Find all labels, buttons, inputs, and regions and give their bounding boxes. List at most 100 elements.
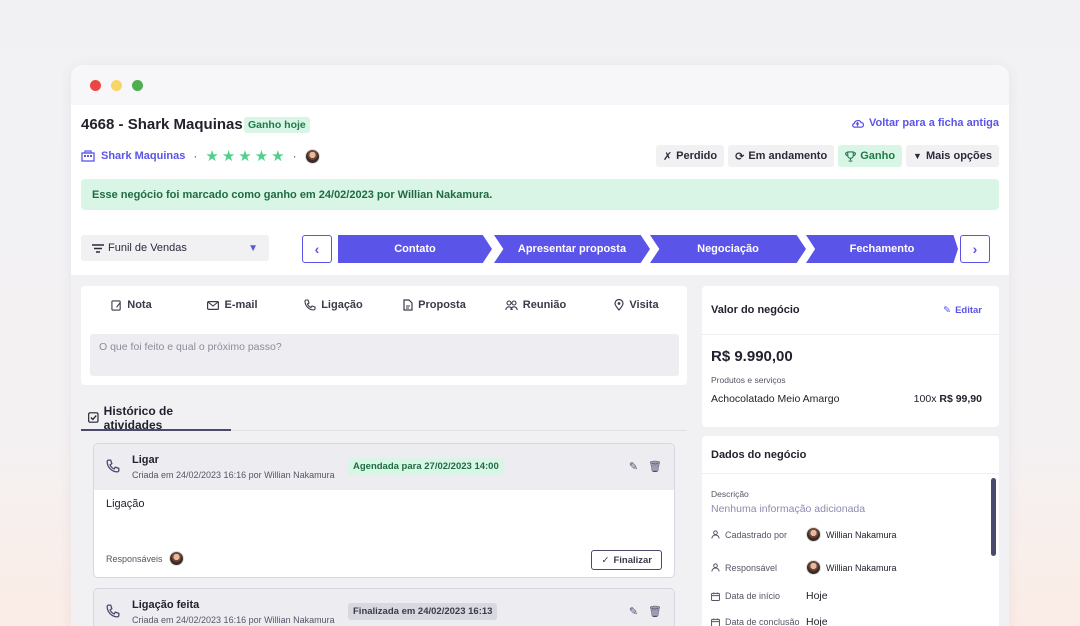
edit-icon[interactable]: ✎ bbox=[629, 605, 638, 618]
status-badge: Ganho hoje bbox=[244, 117, 310, 133]
product-quantity: 100x R$ 99,90 bbox=[914, 393, 982, 405]
mark-in-progress-button[interactable]: ⟳ Em andamento bbox=[728, 145, 835, 167]
in-progress-label: Em andamento bbox=[748, 150, 828, 162]
edit-value-button[interactable]: ✎ Editar bbox=[943, 305, 982, 316]
phone-icon bbox=[304, 299, 316, 311]
map-pin-icon bbox=[614, 299, 625, 311]
stage-apresentar-proposta[interactable]: Apresentar proposta bbox=[494, 235, 650, 263]
avatar[interactable] bbox=[168, 551, 184, 566]
back-to-old-view-link[interactable]: Voltar para a ficha antiga bbox=[851, 117, 999, 129]
tab-proposta[interactable]: Proposta bbox=[384, 299, 485, 311]
trash-icon[interactable]: 🗑 bbox=[648, 605, 662, 618]
tab-ligacao[interactable]: Ligação bbox=[283, 299, 384, 311]
star-icon[interactable]: ★ bbox=[205, 149, 218, 164]
separator-dot: · bbox=[193, 149, 198, 163]
tab-reuniao[interactable]: Reunião bbox=[485, 299, 586, 311]
tab-visita[interactable]: Visita bbox=[586, 299, 687, 311]
tab-label: Nota bbox=[127, 299, 152, 311]
products-label: Produtos e serviços bbox=[711, 375, 786, 385]
user-icon bbox=[711, 530, 720, 539]
finished-badge: Finalizada em 24/02/2023 16:13 bbox=[348, 603, 498, 620]
chevron-down-icon: ▼ bbox=[913, 151, 922, 161]
pipeline-next-button[interactable]: › bbox=[960, 235, 990, 263]
chevron-left-icon: ‹ bbox=[314, 241, 320, 257]
activity-title: Ligação feita bbox=[132, 599, 200, 611]
activity-subtitle: Criada em 24/02/2023 16:16 por Willian N… bbox=[132, 470, 335, 480]
running-person-icon: ✗ bbox=[662, 150, 673, 163]
activity-card: Ligação feita Criada em 24/02/2023 16:16… bbox=[93, 588, 675, 626]
stage-label: Apresentar proposta bbox=[517, 243, 627, 255]
end-date-label-wrap: Data de conclusão bbox=[711, 617, 806, 626]
maximize-window-button[interactable] bbox=[132, 80, 143, 91]
deal-title: 4668 - Shark Maquinas bbox=[81, 116, 243, 133]
stage-negociacao[interactable]: Negociação bbox=[650, 235, 806, 263]
end-date-value[interactable]: Hoje bbox=[806, 616, 828, 626]
scrollbar[interactable] bbox=[991, 478, 996, 556]
deal-amount: R$ 9.990,00 bbox=[711, 348, 793, 365]
trophy-icon bbox=[845, 150, 857, 162]
funnel-select[interactable]: Funil de Vendas ▼ bbox=[81, 235, 269, 261]
edit-icon[interactable]: ✎ bbox=[629, 460, 638, 473]
chevron-down-icon: ▼ bbox=[248, 242, 258, 254]
tab-label: Proposta bbox=[418, 299, 466, 311]
edit-label: Editar bbox=[955, 304, 982, 316]
check-square-icon bbox=[88, 412, 99, 423]
description-value[interactable]: Nenhuma informação adicionada bbox=[711, 503, 865, 515]
activity-tools: ✎ 🗑 bbox=[629, 605, 662, 618]
minimize-window-button[interactable] bbox=[111, 80, 122, 91]
registered-by-row: Cadastrado por Willian Nakamura bbox=[711, 527, 897, 542]
product-row: Achocolatado Meio Amargo 100x R$ 99,90 bbox=[702, 385, 999, 405]
close-window-button[interactable] bbox=[90, 80, 101, 91]
phone-icon bbox=[106, 604, 120, 618]
star-icon[interactable]: ★ bbox=[271, 149, 284, 164]
pipeline-prev-button[interactable]: ‹ bbox=[302, 235, 332, 263]
mark-won-button[interactable]: Ganho bbox=[838, 145, 903, 167]
note-type-tabs: Nota E-mail Ligação Proposta Reunião Vis… bbox=[81, 286, 687, 324]
deal-header: 4668 - Shark Maquinas Ganho hoje Voltar … bbox=[71, 105, 1009, 275]
user-icon bbox=[711, 563, 720, 572]
company-link[interactable]: Shark Maquinas bbox=[101, 150, 185, 162]
product-price: R$ 99,90 bbox=[939, 393, 982, 405]
activity-card: Ligar Criada em 24/02/2023 16:16 por Wil… bbox=[93, 443, 675, 578]
stage-contato[interactable]: Contato bbox=[338, 235, 492, 263]
pencil-icon: ✎ bbox=[943, 304, 952, 316]
start-date-label: Data de início bbox=[725, 591, 781, 601]
responsible-label: Responsável bbox=[725, 562, 778, 573]
phone-icon bbox=[106, 459, 120, 473]
avatar bbox=[806, 527, 821, 542]
start-date-value[interactable]: Hoje bbox=[806, 590, 828, 602]
rating-stars[interactable]: ★ ★ ★ ★ ★ bbox=[205, 149, 284, 164]
star-icon[interactable]: ★ bbox=[238, 149, 251, 164]
divider bbox=[231, 430, 687, 431]
users-icon bbox=[505, 299, 518, 310]
activity-description: Ligação bbox=[106, 498, 145, 510]
end-date-row: Data de conclusão Hoje bbox=[711, 616, 828, 626]
star-icon[interactable]: ★ bbox=[222, 149, 235, 164]
stage-fechamento[interactable]: Fechamento bbox=[806, 235, 958, 263]
tab-label: Reunião bbox=[522, 299, 567, 311]
deal-data-header: Dados do negócio bbox=[702, 436, 999, 474]
status-buttons: ✗ Perdido ⟳ Em andamento Ganho ▼ Mais op… bbox=[655, 145, 999, 167]
deal-data-card: Dados do negócio Descrição Nenhuma infor… bbox=[702, 436, 999, 626]
more-options-button[interactable]: ▼ Mais opções bbox=[906, 145, 999, 167]
responsible-label-wrap: Responsável bbox=[711, 563, 806, 573]
responsible-row: Responsável Willian Nakamura bbox=[711, 560, 897, 575]
tab-nota[interactable]: Nota bbox=[81, 299, 182, 311]
finalize-button[interactable]: ✓ Finalizar bbox=[591, 550, 662, 570]
registered-by-value: Willian Nakamura bbox=[806, 527, 897, 542]
note-edit-icon bbox=[111, 299, 121, 311]
mark-lost-button[interactable]: ✗ Perdido bbox=[655, 145, 725, 167]
tab-activity-history[interactable]: Histórico de atividades bbox=[81, 404, 231, 432]
product-qty: 100x bbox=[913, 393, 937, 405]
deal-value-title: Valor do negócio bbox=[711, 304, 800, 316]
note-input[interactable] bbox=[90, 334, 679, 376]
check-icon: ✓ bbox=[601, 554, 610, 566]
star-icon[interactable]: ★ bbox=[255, 149, 268, 164]
tab-email[interactable]: E-mail bbox=[182, 299, 283, 311]
responsible-value[interactable]: Willian Nakamura bbox=[806, 560, 897, 575]
trash-icon[interactable]: 🗑 bbox=[648, 460, 662, 473]
activity-tools: ✎ 🗑 bbox=[629, 460, 662, 473]
activity-title: Ligar bbox=[132, 454, 159, 466]
owner-avatar[interactable] bbox=[304, 148, 320, 164]
lost-label: Perdido bbox=[676, 150, 718, 162]
